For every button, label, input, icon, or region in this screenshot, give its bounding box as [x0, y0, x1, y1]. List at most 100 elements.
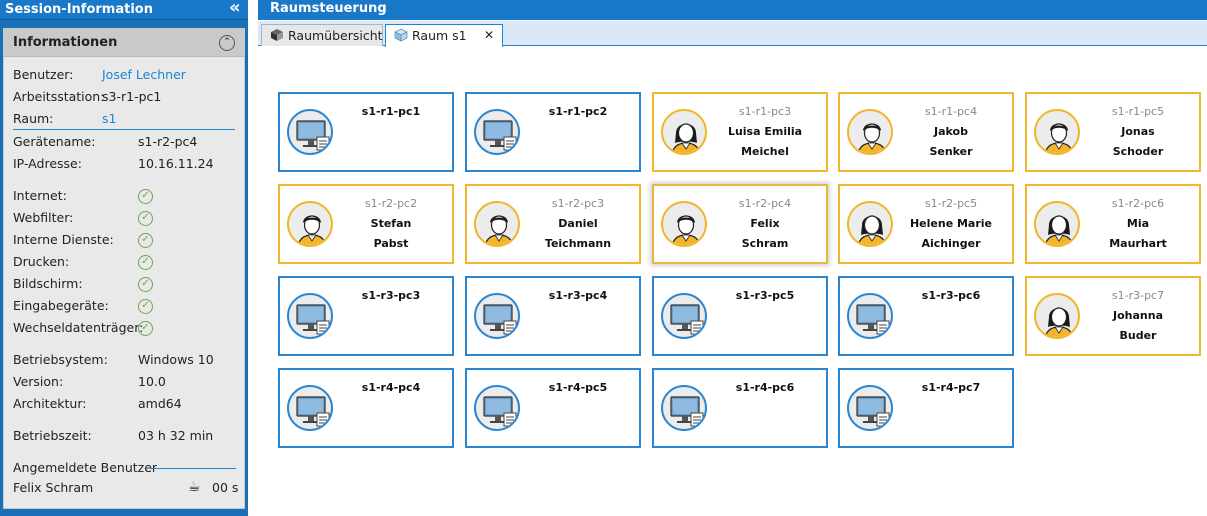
user-link[interactable]: Josef Lechner [102, 66, 186, 84]
computer-card[interactable]: s1-r4-pc7 [838, 368, 1014, 448]
input-devices-label: Eingabegeräte: [13, 298, 109, 313]
computer-name: s1-r3-pc3 [361, 289, 421, 302]
computer-name: s1-r4-pc7 [921, 381, 981, 394]
user-first-name: Jonas [1121, 125, 1155, 138]
computer-icon [661, 293, 707, 339]
session-information-header: Session-Information « [0, 0, 248, 20]
user-avatar-icon [1034, 201, 1080, 247]
computer-icon [287, 385, 333, 431]
version-value: 10.0 [138, 374, 166, 389]
check-icon: ✓ [138, 321, 153, 336]
user-avatar-icon [847, 109, 893, 155]
internet-label: Internet: [13, 188, 67, 203]
tab-bar: Raumübersicht Raum s1 ✕ [258, 21, 1207, 47]
collapse-panel-icon[interactable]: « [229, 0, 245, 18]
computer-icon [287, 293, 333, 339]
internal-services-label: Interne Dienste: [13, 232, 114, 247]
user-last-name: Senker [929, 145, 973, 158]
computer-name: s1-r4-pc5 [548, 381, 608, 394]
tab-room-overview[interactable]: Raumübersicht [261, 24, 383, 46]
computer-icon [474, 385, 520, 431]
divider [151, 468, 236, 469]
logged-users-label: Angemeldete Benutzer [13, 460, 158, 475]
computer-name: s1-r1-pc1 [361, 105, 421, 118]
architecture-label: Architektur: [13, 396, 87, 411]
computer-card[interactable]: s1-r2-pc5 Helene Marie Aichinger [838, 184, 1014, 264]
user-first-name: Helene Marie [909, 217, 993, 230]
room-link[interactable]: s1 [102, 110, 116, 128]
computer-name: s1-r4-pc4 [361, 381, 421, 394]
computer-card[interactable]: s1-r3-pc7 Johanna Buder [1025, 276, 1201, 356]
information-section-header[interactable]: Informationen ⌃ [4, 29, 244, 57]
computer-card[interactable]: s1-r4-pc6 [652, 368, 828, 448]
user-avatar-icon [661, 109, 707, 155]
removable-media-label: Wechseldatenträger: [13, 320, 144, 335]
collapse-section-icon[interactable]: ⌃ [219, 35, 235, 51]
computer-name: s1-r4-pc6 [735, 381, 795, 394]
computer-icon [847, 293, 893, 339]
room-control-panel: Raumsteuerung Raumübersicht Raum s1 ✕ s1… [258, 0, 1207, 516]
user-avatar-icon [847, 201, 893, 247]
logged-user-row[interactable]: Felix Schram ☕ 00 s [13, 479, 239, 497]
computer-card[interactable]: s1-r3-pc6 [838, 276, 1014, 356]
user-first-name: Jakob [934, 125, 968, 138]
room-control-title: Raumsteuerung [270, 1, 387, 16]
computer-card[interactable]: s1-r3-pc4 [465, 276, 641, 356]
computer-card[interactable]: s1-r2-pc2 Stefan Pabst [278, 184, 454, 264]
uptime-label: Betriebszeit: [13, 428, 92, 443]
os-value: Windows 10 [138, 352, 214, 367]
computer-card[interactable]: s1-r4-pc4 [278, 368, 454, 448]
check-icon: ✓ [138, 211, 153, 226]
workstation-label: Arbeitsstation: [13, 89, 105, 104]
information-section-title: Informationen [13, 35, 118, 50]
computer-name: s1-r1-pc3 [738, 105, 792, 118]
computer-card[interactable]: s1-r1-pc1 [278, 92, 454, 172]
computer-icon [287, 109, 333, 155]
user-last-name: Meichel [741, 145, 789, 158]
user-first-name: Johanna [1113, 309, 1163, 322]
tab-label: Raumübersicht [288, 28, 383, 43]
close-tab-icon[interactable]: ✕ [484, 25, 494, 46]
check-icon: ✓ [138, 299, 153, 314]
computer-name: s1-r1-pc4 [924, 105, 978, 118]
tab-label: Raum s1 [412, 28, 467, 43]
computer-name: s1-r2-pc2 [364, 197, 418, 210]
computer-card[interactable]: s1-r2-pc6 Mia Maurhart [1025, 184, 1201, 264]
ip-label: IP-Adresse: [13, 156, 82, 171]
computer-card[interactable]: s1-r3-pc5 [652, 276, 828, 356]
logged-user-idle-time: 00 s [212, 480, 239, 495]
user-last-name: Buder [1119, 329, 1157, 342]
computer-card[interactable]: s1-r4-pc5 [465, 368, 641, 448]
architecture-value: amd64 [138, 396, 182, 411]
computer-name: s1-r1-pc2 [548, 105, 608, 118]
room-control-header: Raumsteuerung [258, 0, 1207, 20]
divider [13, 129, 235, 130]
computer-card[interactable]: s1-r1-pc5 Jonas Schoder [1025, 92, 1201, 172]
room-label: Raum: [13, 111, 54, 126]
computer-card[interactable]: s1-r2-pc4 Felix Schram [652, 184, 828, 264]
version-label: Version: [13, 374, 64, 389]
user-last-name: Teichmann [544, 237, 612, 250]
computer-name: s1-r1-pc5 [1111, 105, 1165, 118]
computer-card[interactable]: s1-r1-pc2 [465, 92, 641, 172]
printing-label: Drucken: [13, 254, 70, 269]
computer-icon [474, 109, 520, 155]
computer-name: s1-r2-pc3 [551, 197, 605, 210]
coffee-cup-icon: ☕ [188, 479, 201, 495]
user-avatar-icon [661, 201, 707, 247]
ip-value: 10.16.11.24 [138, 156, 214, 171]
computer-card[interactable]: s1-r2-pc3 Daniel Teichmann [465, 184, 641, 264]
check-icon: ✓ [138, 277, 153, 292]
device-name-value: s1-r2-pc4 [138, 134, 198, 149]
logged-user-name: Felix Schram [13, 480, 94, 495]
computer-card[interactable]: s1-r1-pc3 Luisa Emilia Meichel [652, 92, 828, 172]
computer-name: s1-r2-pc5 [924, 197, 978, 210]
computer-card[interactable]: s1-r3-pc3 [278, 276, 454, 356]
computer-name: s1-r3-pc5 [735, 289, 795, 302]
check-icon: ✓ [138, 255, 153, 270]
user-last-name: Pabst [373, 237, 409, 250]
computer-card[interactable]: s1-r1-pc4 Jakob Senker [838, 92, 1014, 172]
session-information-panel: Session-Information « Informationen ⌃ Be… [0, 0, 248, 516]
tab-room-s1[interactable]: Raum s1 ✕ [385, 24, 503, 47]
user-avatar-icon [1034, 109, 1080, 155]
